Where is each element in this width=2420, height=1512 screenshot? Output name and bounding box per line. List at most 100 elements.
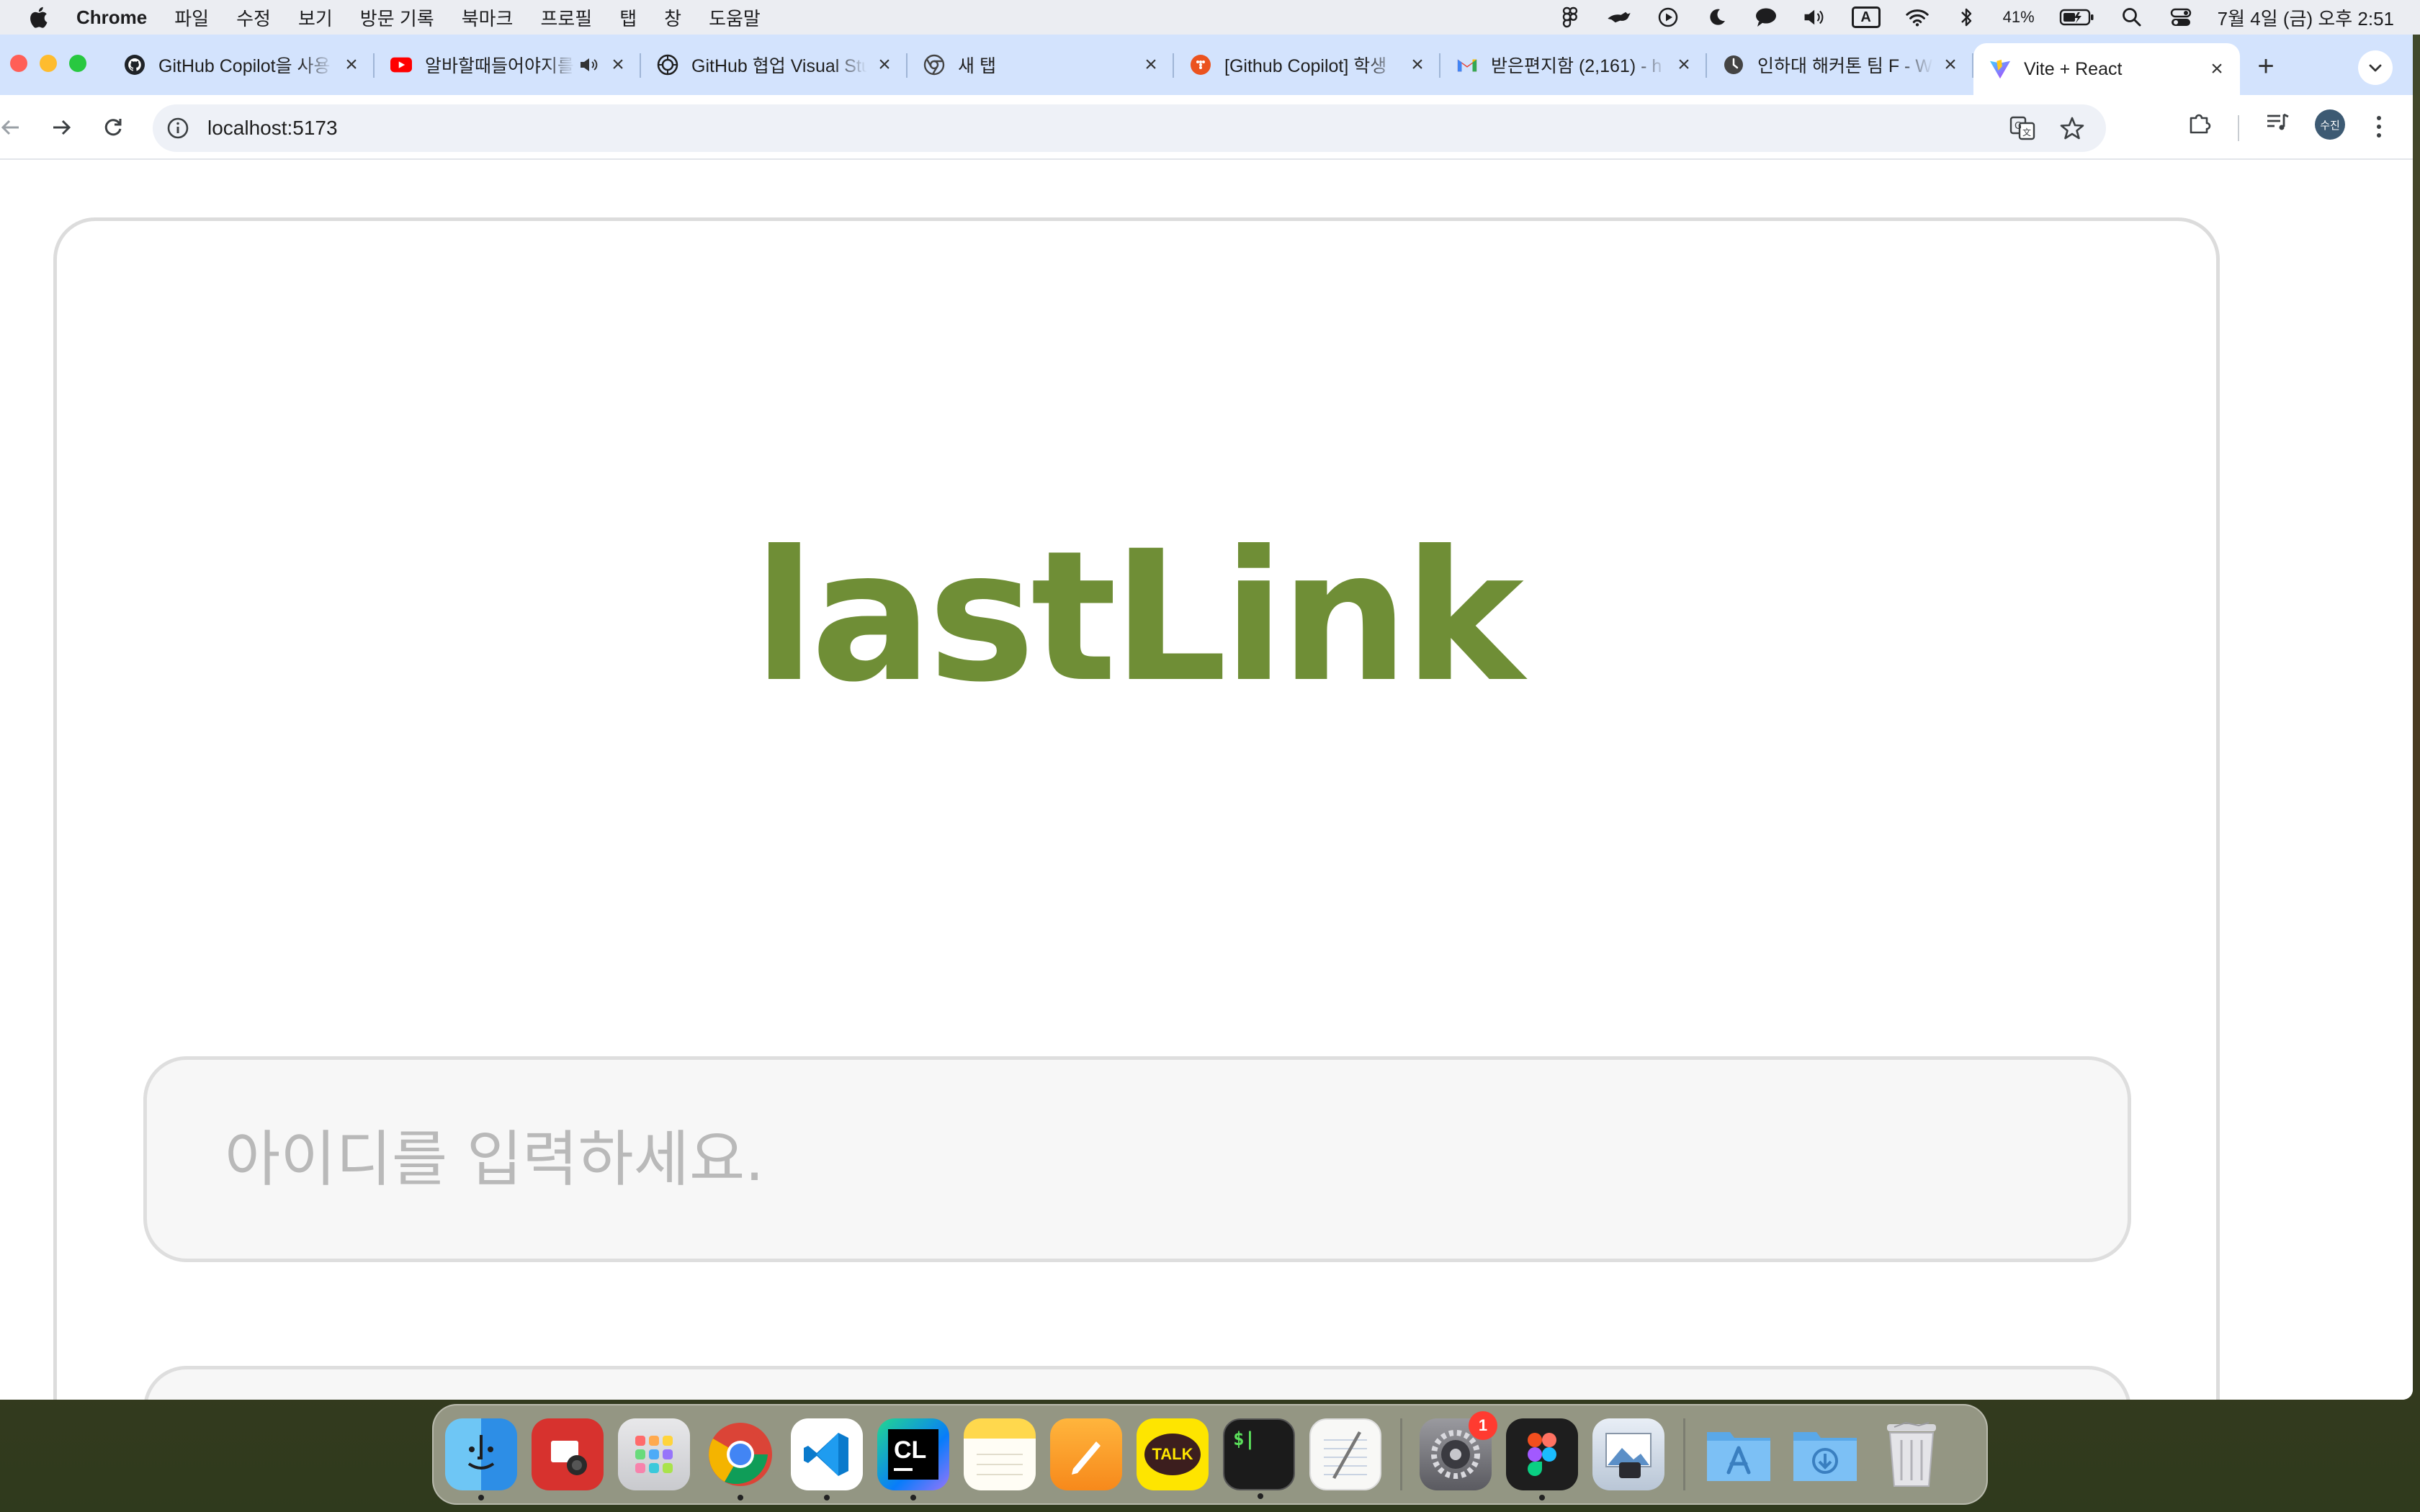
tab-github-copilot[interactable]: GitHub Copilot을 사용 × — [108, 35, 375, 95]
dock-pages-icon[interactable] — [1050, 1418, 1122, 1490]
minimize-window-button[interactable] — [40, 55, 57, 72]
profile-area: 수진 — [2315, 109, 2345, 140]
svg-text:G: G — [2015, 121, 2022, 132]
tab-inha-hackathon[interactable]: 인하대 해커톤 팀 F - W × — [1707, 35, 1973, 95]
chrome-window: GitHub Copilot을 사용 × 알바할때들어야지를 × GitHub — [0, 35, 2413, 1400]
menu-app-chrome[interactable]: Chrome — [76, 6, 147, 29]
tab-vite-react[interactable]: Vite + React × — [1973, 43, 2240, 95]
tab-search-button[interactable] — [2358, 50, 2393, 85]
browser-toolbar: localhost:5173 G文 수진 — [0, 95, 2413, 160]
dock-kakaotalk-icon[interactable]: TALK — [1137, 1418, 1209, 1490]
vite-icon — [1989, 58, 2011, 80]
clion-underline — [894, 1468, 913, 1471]
media-playlist-icon[interactable] — [2264, 109, 2290, 139]
moon-icon[interactable] — [1705, 6, 1729, 28]
dock-terminal-icon[interactable]: $| — [1223, 1418, 1295, 1499]
dock-trash-icon[interactable] — [1876, 1418, 1948, 1490]
tab-strip: GitHub Copilot을 사용 × 알바할때들어야지를 × GitHub — [0, 35, 2413, 95]
close-tab-icon[interactable]: × — [341, 54, 362, 76]
macos-menu-bar: Chrome 파일 수정 보기 방문 기록 북마크 프로필 탭 창 도움말 A — [0, 0, 2420, 35]
chat-bubble-icon[interactable] — [1754, 6, 1778, 28]
dock-downloads-folder-icon[interactable] — [1789, 1418, 1861, 1490]
menu-file[interactable]: 파일 — [174, 4, 209, 31]
new-tab-button[interactable]: + — [2250, 52, 2282, 84]
chrome-menu-button[interactable] — [2374, 114, 2384, 140]
menu-view[interactable]: 보기 — [298, 4, 333, 31]
spotlight-search-icon[interactable] — [2120, 6, 2144, 28]
extensions-puzzle-icon[interactable] — [2187, 109, 2213, 139]
site-info-icon[interactable] — [166, 116, 190, 140]
menu-profiles[interactable]: 프로필 — [540, 4, 592, 31]
tab-github-collab[interactable]: GitHub 협업 Visual Stu × — [641, 35, 908, 95]
apple-menu-icon[interactable] — [27, 6, 49, 29]
battery-percent: 41% — [2002, 8, 2035, 26]
url-text[interactable]: localhost:5173 — [207, 117, 338, 140]
gmail-icon — [1456, 54, 1478, 76]
dock-notes-icon[interactable] — [964, 1418, 1036, 1490]
dock-launchpad-icon[interactable] — [618, 1418, 690, 1490]
dock-system-settings-icon[interactable]: 1 — [1420, 1411, 1497, 1490]
play-icon[interactable] — [1656, 6, 1680, 28]
runcat-icon[interactable] — [1607, 6, 1631, 28]
back-button[interactable] — [0, 109, 29, 145]
tab-gmail[interactable]: 받은편지함 (2,161) - h × — [1440, 35, 1707, 95]
close-tab-icon[interactable]: × — [608, 54, 628, 76]
bookmark-star-icon[interactable] — [2060, 116, 2084, 144]
control-center-icon[interactable] — [2169, 6, 2193, 28]
bluetooth-icon[interactable] — [1954, 6, 1978, 28]
address-bar[interactable]: localhost:5173 G文 — [153, 104, 2106, 152]
translate-icon[interactable]: G文 — [2009, 116, 2035, 144]
close-window-button[interactable] — [10, 55, 27, 72]
dock-preview-icon[interactable] — [1592, 1418, 1664, 1490]
tab-title: 인하대 해커톤 팀 F - W — [1757, 56, 1932, 76]
volume-icon[interactable] — [1803, 6, 1827, 28]
close-tab-icon[interactable]: × — [1674, 54, 1694, 76]
toolbar-extensions-area — [2187, 109, 2213, 139]
close-tab-icon[interactable]: × — [1940, 54, 1960, 76]
tab-youtube[interactable]: 알바할때들어야지를 × — [375, 35, 641, 95]
dock-applications-folder-icon[interactable] — [1703, 1418, 1775, 1490]
tab-title: 알바할때들어야지를 — [425, 56, 575, 76]
tab-title: 새 탭 — [958, 56, 996, 76]
close-tab-icon[interactable]: × — [1407, 54, 1428, 76]
dock-chrome-icon[interactable] — [704, 1418, 776, 1500]
dock-separator — [1400, 1418, 1402, 1490]
dock-figma-icon[interactable] — [1506, 1418, 1578, 1500]
reload-button[interactable] — [95, 109, 131, 145]
tistory-icon — [1190, 54, 1211, 76]
close-tab-icon[interactable]: × — [1141, 54, 1161, 76]
battery-icon[interactable] — [2059, 6, 2095, 28]
menu-bookmarks[interactable]: 북마크 — [462, 4, 514, 31]
menu-history[interactable]: 방문 기록 — [360, 4, 434, 31]
tab-audio-icon[interactable] — [579, 56, 601, 73]
close-tab-icon[interactable]: × — [874, 54, 895, 76]
profile-avatar[interactable]: 수진 — [2315, 109, 2345, 140]
input-source-indicator[interactable]: A — [1851, 6, 1881, 28]
dock-textedit-icon[interactable] — [1309, 1418, 1381, 1490]
menu-window[interactable]: 창 — [664, 4, 681, 31]
media-controls-area — [2264, 109, 2290, 139]
wifi-icon[interactable] — [1905, 6, 1930, 28]
figma-status-icon[interactable] — [1558, 6, 1582, 28]
chevron-down-icon — [2369, 64, 2382, 72]
menu-tab[interactable]: 탭 — [619, 4, 637, 31]
fullscreen-window-button[interactable] — [69, 55, 86, 72]
dock-photo-booth-icon[interactable] — [532, 1418, 604, 1490]
dock-clion-icon[interactable]: CL — [877, 1418, 949, 1500]
running-indicator — [738, 1495, 743, 1500]
forward-button[interactable] — [43, 109, 79, 145]
password-field-container — [143, 1366, 2131, 1400]
tab-new-tab[interactable]: 새 탭 × — [908, 35, 1174, 95]
close-tab-icon[interactable]: × — [2207, 58, 2227, 80]
dock-finder-icon[interactable] — [445, 1418, 517, 1500]
github-icon — [124, 54, 145, 76]
arrow-left-icon — [1, 120, 19, 135]
login-card: lastLink — [53, 217, 2220, 1400]
menu-help[interactable]: 도움말 — [709, 4, 761, 31]
dock-vscode-icon[interactable] — [791, 1418, 863, 1500]
menubar-clock[interactable]: 7월 4일 (금) 오후 2:51 — [2218, 4, 2394, 31]
menu-edit[interactable]: 수정 — [236, 4, 271, 31]
tab-copilot-student[interactable]: [Github Copilot] 학생 × — [1174, 35, 1440, 95]
tab-title: 받은편지함 (2,161) - h — [1491, 56, 1662, 76]
id-input[interactable] — [225, 1124, 2128, 1194]
